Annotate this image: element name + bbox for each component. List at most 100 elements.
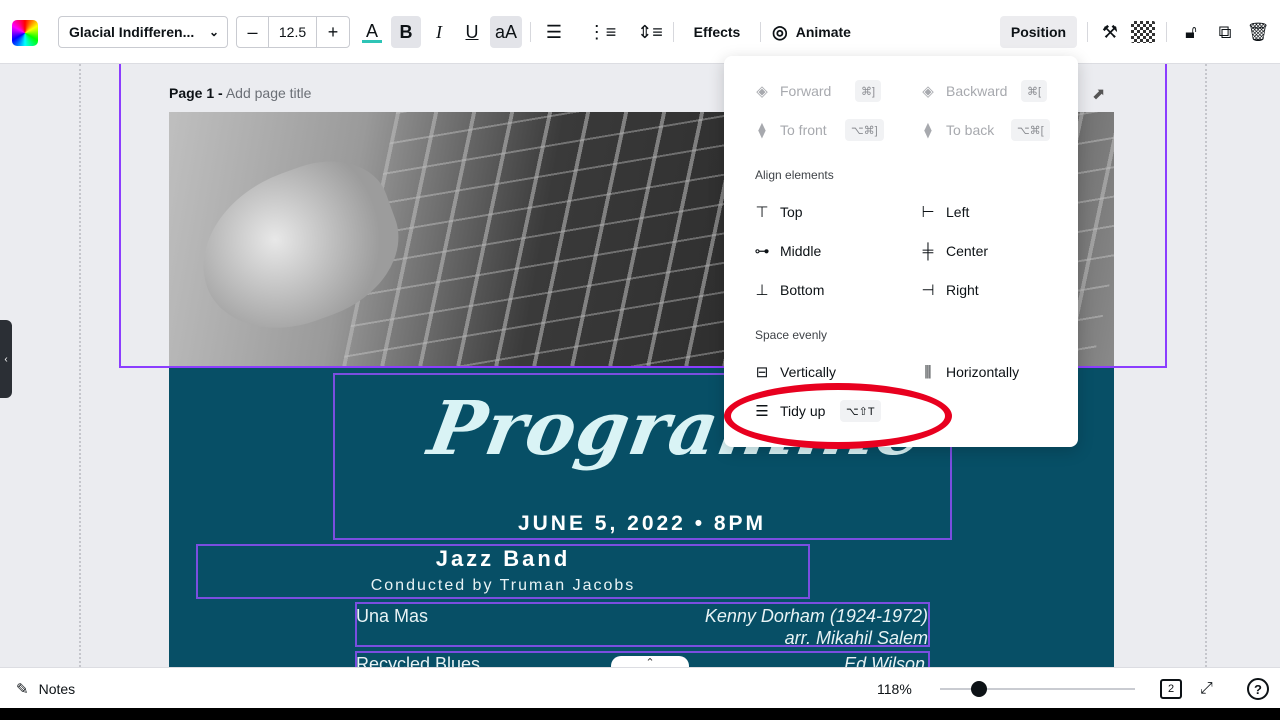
song-title[interactable]: Una Mas <box>356 606 428 627</box>
forward-shortcut: ⌘] <box>855 80 882 102</box>
align-left-icon: ⊢ <box>921 204 935 221</box>
bulleted-list-icon[interactable]: ⋮≡ <box>588 16 617 48</box>
italic-button[interactable]: I <box>425 16 453 48</box>
chevron-left-icon: ‹ <box>4 353 8 365</box>
align-middle-label: Middle <box>780 243 822 259</box>
align-center-option[interactable]: ╪ Center <box>918 239 988 263</box>
letter-case-button[interactable]: aA <box>490 16 522 48</box>
forward-label: Forward <box>780 83 832 99</box>
underline-button[interactable]: U <box>458 16 486 48</box>
song-title[interactable]: Recycled Blues <box>356 654 480 667</box>
collapse-side-panel-button[interactable]: ‹ <box>0 320 12 398</box>
text-color-bar <box>362 39 382 43</box>
toolbar-divider <box>673 22 674 42</box>
to-front-option[interactable]: ⧫ To front <box>752 118 827 142</box>
notes-label: Notes <box>38 681 76 697</box>
backward-label: Backward <box>946 83 1008 99</box>
event-date[interactable]: JUNE 5, 2022 • 8PM <box>334 512 950 536</box>
font-family-select[interactable]: Glacial Indifferen... ⌄ <box>58 16 228 48</box>
font-size-stepper: – 12.5 + <box>236 16 350 48</box>
to-front-shortcut: ⌥⌘] <box>845 119 884 141</box>
space-horizontally-label: Horizontally <box>946 364 1020 380</box>
align-middle-icon: ⊶ <box>754 243 770 260</box>
align-top-option[interactable]: ⊤ Top <box>752 200 803 224</box>
help-icon[interactable]: ? <box>1247 678 1269 700</box>
space-vertically-option[interactable]: ⊟ Vertically <box>752 360 836 384</box>
font-family-value: Glacial Indifferen... <box>69 24 195 40</box>
align-right-option[interactable]: ⊣ Right <box>918 278 979 302</box>
align-bottom-option[interactable]: ⊥ Bottom <box>752 278 824 302</box>
notes-button[interactable]: ✎ Notes <box>16 677 75 701</box>
fullscreen-icon[interactable]: ⤢ <box>1200 677 1213 701</box>
zoom-slider-handle[interactable] <box>971 681 987 697</box>
align-top-icon: ⊤ <box>755 204 769 221</box>
show-pages-button[interactable]: ⌃ <box>611 656 689 667</box>
forward-icon: ◈ <box>756 83 768 100</box>
line-spacing-icon[interactable]: ⇕≡ <box>636 16 664 48</box>
transparency-icon[interactable] <box>1131 21 1155 43</box>
design-canvas: ‹ Page 1 - Add page title ⬈ Programme JU… <box>0 64 1280 667</box>
notes-icon: ✎ <box>16 681 29 698</box>
editor-toolbar: Glacial Indifferen... ⌄ – 12.5 + A B I U… <box>0 0 1280 64</box>
to-back-icon: ⧫ <box>924 122 932 139</box>
align-middle-option[interactable]: ⊶ Middle <box>752 239 822 263</box>
space-vertically-label: Vertically <box>780 364 837 380</box>
red-annotation-circle <box>724 383 952 449</box>
duplicate-icon[interactable]: ⧉ <box>1211 16 1239 48</box>
backward-shortcut: ⌘[ <box>1021 80 1048 102</box>
bottom-bar: ✎ Notes 118% 2 ⤢ ? <box>0 667 1280 708</box>
toolbar-divider <box>1166 22 1167 42</box>
zoom-percentage[interactable]: 118% <box>877 677 912 701</box>
space-horizontally-option[interactable]: ⫼ Horizontally <box>918 360 1020 384</box>
backward-icon: ◈ <box>922 83 934 100</box>
band-name[interactable]: Jazz Band <box>196 546 810 572</box>
space-vertically-icon: ⊟ <box>755 364 769 381</box>
to-front-label: To front <box>780 122 827 138</box>
align-left-option[interactable]: ⊢ Left <box>918 200 969 224</box>
color-picker-icon[interactable] <box>12 20 38 46</box>
position-button[interactable]: Position <box>1000 16 1077 48</box>
trash-icon[interactable]: 🗑︎ <box>1244 16 1272 48</box>
align-bottom-icon: ⊥ <box>755 282 769 299</box>
page-guide-left <box>79 64 81 667</box>
chevron-up-icon: ⌃ <box>645 657 655 667</box>
to-back-shortcut: ⌥⌘[ <box>1011 119 1050 141</box>
chevron-down-icon: ⌄ <box>208 25 219 39</box>
forward-option[interactable]: ◈ Forward <box>752 79 831 103</box>
page-count-icon[interactable]: 2 <box>1160 679 1182 699</box>
to-back-label: To back <box>946 122 995 138</box>
screen-bottom-edge <box>0 708 1280 720</box>
toolbar-divider <box>760 22 761 42</box>
animate-button[interactable]: ◎ Animate <box>772 16 864 48</box>
align-bottom-label: Bottom <box>780 282 825 298</box>
space-horizontally-icon: ⫼ <box>924 363 932 381</box>
font-size-input[interactable]: 12.5 <box>269 17 317 47</box>
to-front-icon: ⧫ <box>758 122 766 139</box>
bold-button[interactable]: B <box>391 16 421 48</box>
toolbar-divider <box>1087 22 1088 42</box>
animate-icon: ◎ <box>772 21 788 42</box>
lock-icon[interactable]: 🔓︎ <box>1177 16 1205 48</box>
text-align-center-icon[interactable]: ☰ <box>540 16 568 48</box>
align-center-icon: ╪ <box>922 242 934 260</box>
toolbar-divider <box>530 22 531 42</box>
page-guide-right <box>1205 64 1207 667</box>
align-elements-heading: Align elements <box>755 168 834 182</box>
decrease-font-size-button[interactable]: – <box>237 17 269 47</box>
align-right-label: Right <box>946 282 979 298</box>
text-color-icon: A <box>365 20 378 41</box>
align-top-label: Top <box>780 204 803 220</box>
animate-label: Animate <box>795 24 851 40</box>
align-center-label: Center <box>946 243 989 259</box>
song-composer[interactable]: Kenny Dorham (1924-1972) <box>600 606 928 627</box>
text-color-button[interactable]: A <box>358 16 386 48</box>
backward-option[interactable]: ◈ Backward <box>918 79 1007 103</box>
conductor-line[interactable]: Conducted by Truman Jacobs <box>196 577 810 595</box>
increase-font-size-button[interactable]: + <box>317 17 349 47</box>
effects-button[interactable]: Effects <box>684 16 750 48</box>
to-back-option[interactable]: ⧫ To back <box>918 118 994 142</box>
copy-style-icon[interactable]: ⚒ <box>1096 16 1124 48</box>
zoom-slider-track[interactable] <box>940 688 1135 690</box>
align-right-icon: ⊣ <box>921 282 935 299</box>
song-arranger[interactable]: arr. Mikahil Salem <box>600 628 928 649</box>
